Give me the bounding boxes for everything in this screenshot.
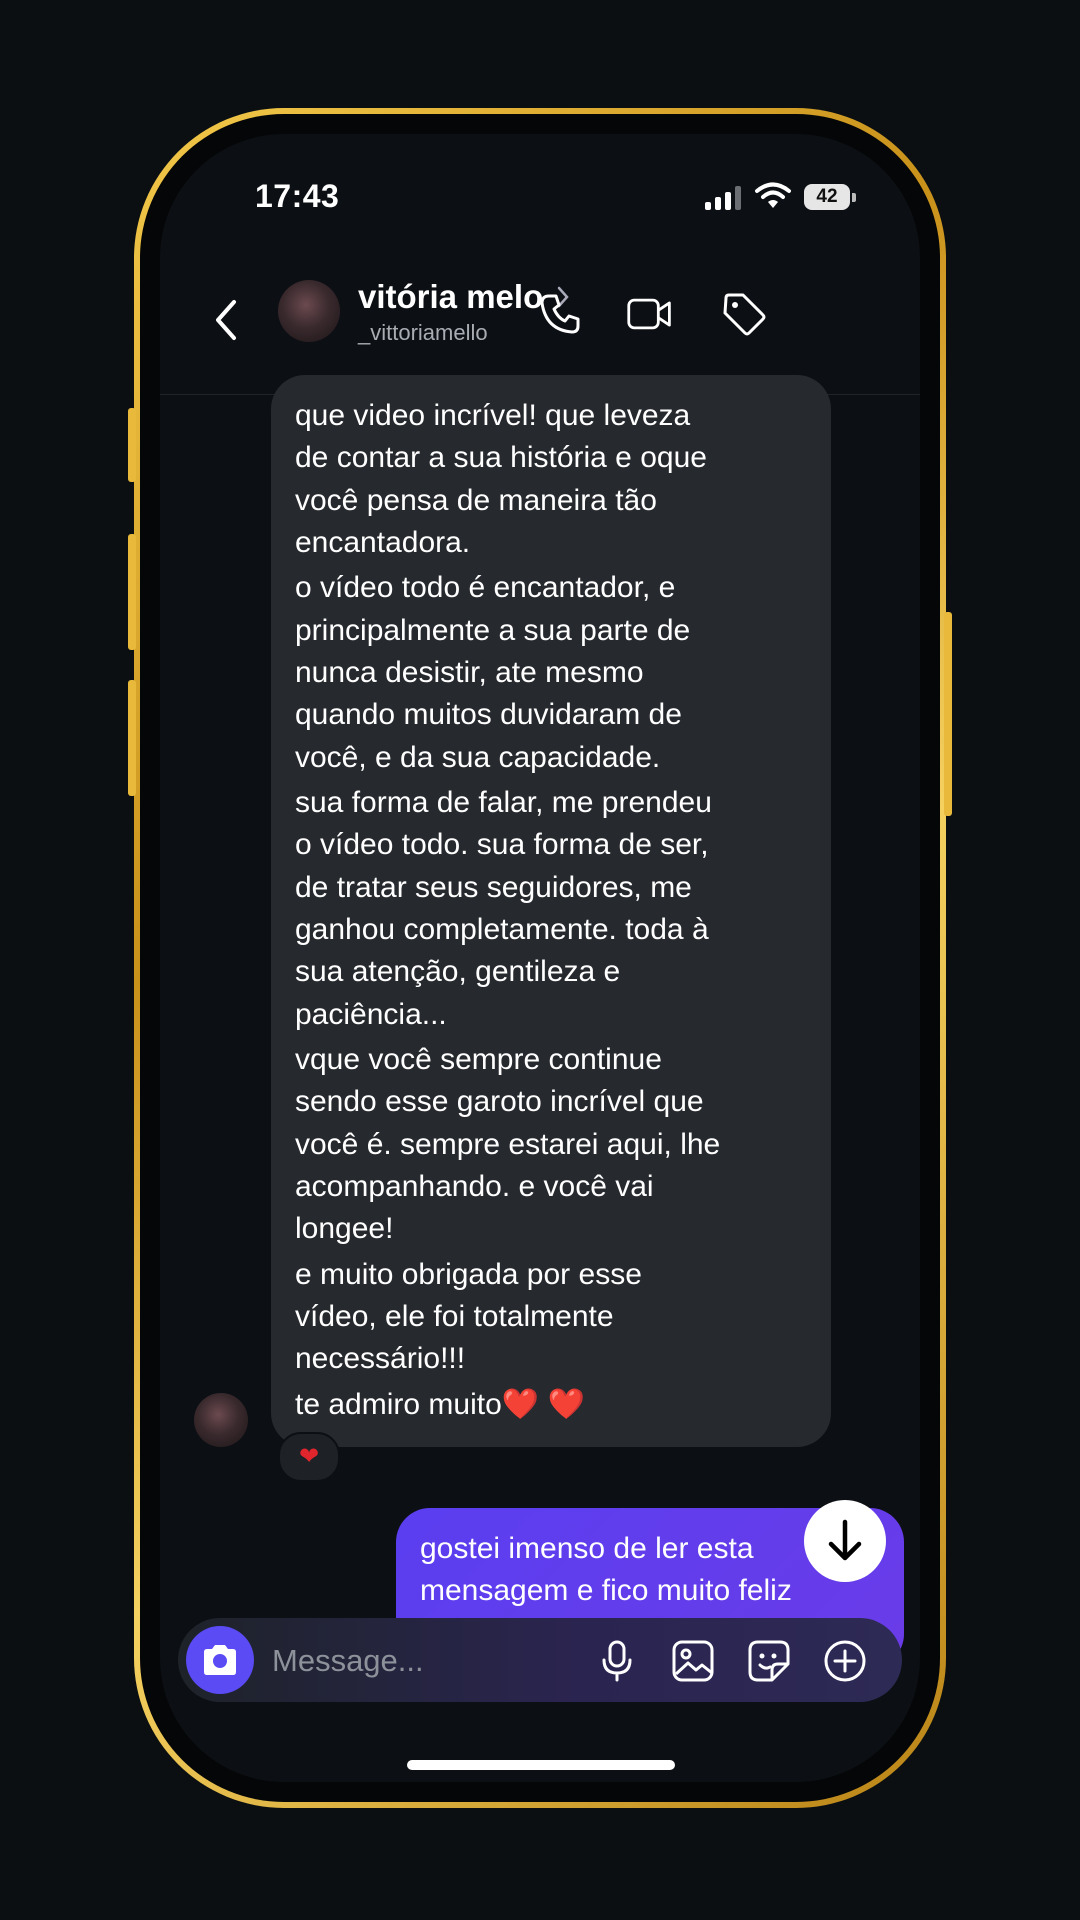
message-line: sua forma de falar, me prendeu bbox=[295, 786, 712, 820]
status-time: 17:43 bbox=[255, 178, 340, 214]
message-line: você pensa de maneira tão bbox=[295, 483, 657, 517]
message-line: o vídeo todo é encantador, e bbox=[295, 571, 676, 605]
reaction-badge[interactable]: ❤ bbox=[278, 1432, 340, 1482]
arrow-down-icon bbox=[828, 1519, 862, 1561]
message-line: o vídeo todo. sua forma de ser, bbox=[295, 828, 709, 862]
message-line: encantadora. bbox=[295, 525, 471, 559]
video-icon[interactable] bbox=[626, 290, 674, 338]
add-icon[interactable] bbox=[822, 1638, 868, 1684]
message-line: sendo esse garoto incrível que bbox=[295, 1085, 704, 1119]
volume-down-button bbox=[128, 680, 136, 796]
message-line: acompanhando. e você vai bbox=[295, 1169, 654, 1203]
camera-icon bbox=[204, 1645, 236, 1675]
message-line: você, e da sua capacidade. bbox=[295, 740, 661, 774]
wifi-icon bbox=[755, 182, 791, 208]
message-text: te admiro muito bbox=[295, 1387, 502, 1421]
tag-icon[interactable] bbox=[720, 290, 768, 338]
message-line: principalmente a sua parte de bbox=[295, 613, 691, 647]
message-line: de contar a sua história e oque bbox=[295, 441, 707, 475]
message-line: que video incrível! que leveza bbox=[295, 399, 691, 432]
gallery-icon[interactable] bbox=[670, 1638, 716, 1684]
camera-button[interactable] bbox=[186, 1626, 254, 1694]
cellular-signal-icon bbox=[705, 186, 743, 210]
sender-avatar[interactable] bbox=[194, 1393, 248, 1447]
battery-tip bbox=[852, 193, 856, 202]
message-line: quando muitos duvidaram de bbox=[295, 698, 682, 732]
message-line: vque você sempre continue bbox=[295, 1043, 662, 1077]
message-last-line: te admiro muito❤️ ❤️ bbox=[295, 1384, 831, 1426]
message-line: de tratar seus seguidores, me bbox=[295, 870, 692, 904]
action-button bbox=[128, 408, 136, 482]
message-line: nunca desistir, ate mesmo bbox=[295, 655, 644, 689]
back-icon[interactable] bbox=[206, 292, 246, 348]
message-line: você é. sempre estarei aqui, lhe bbox=[295, 1127, 721, 1161]
heart-emoji: ❤️ ❤️ bbox=[501, 1387, 585, 1421]
power-button bbox=[944, 612, 952, 816]
contact-username: _vittoriamello bbox=[358, 320, 488, 345]
message-line: sua atenção, gentileza e bbox=[295, 955, 621, 989]
message-composer bbox=[178, 1618, 902, 1702]
contact-name: vitória melo bbox=[358, 278, 544, 315]
message-line: vídeo, ele foi totalmente bbox=[295, 1299, 614, 1333]
screen: 17:43 42 vitória melo _vittoriamello que… bbox=[160, 134, 920, 1782]
message-line: longee! bbox=[295, 1212, 394, 1246]
microphone-icon[interactable] bbox=[594, 1638, 640, 1684]
message-line: e muito obrigada por esse bbox=[295, 1257, 642, 1291]
volume-up-button bbox=[128, 534, 136, 650]
sticker-icon[interactable] bbox=[746, 1638, 792, 1684]
phone-icon[interactable] bbox=[536, 290, 584, 338]
battery-indicator: 42 bbox=[804, 184, 850, 210]
home-indicator[interactable] bbox=[407, 1760, 675, 1770]
incoming-message-bubble[interactable]: que video incrível! que leveza de contar… bbox=[271, 375, 831, 1447]
message-line: ganhou completamente. toda à bbox=[295, 912, 709, 946]
scroll-to-bottom-button[interactable] bbox=[804, 1500, 886, 1582]
message-input[interactable] bbox=[270, 1636, 574, 1686]
message-line: paciência... bbox=[295, 997, 447, 1031]
contact-avatar[interactable] bbox=[278, 280, 340, 342]
stage: 17:43 42 vitória melo _vittoriamello que… bbox=[0, 0, 1080, 1920]
message-line: necessário!!! bbox=[295, 1342, 466, 1376]
